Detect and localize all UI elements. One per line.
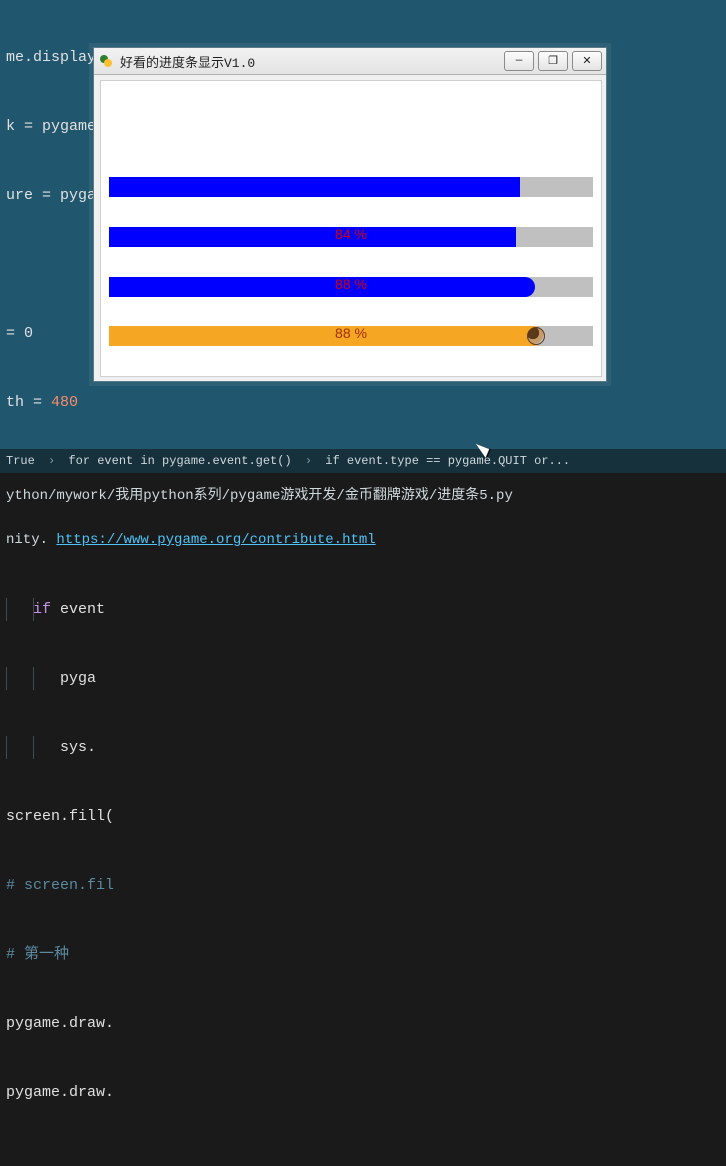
progress-bar-4: 88 %	[109, 326, 593, 346]
breadcrumb-seg[interactable]: for event in pygame.event.get()	[68, 454, 291, 468]
maximize-icon: ❐	[548, 54, 558, 68]
terminal-line: nity. https://www.pygame.org/contribute.…	[6, 529, 720, 551]
pygame-surface: 84 % 88 % 88 %	[100, 80, 602, 377]
app-icon	[98, 53, 114, 69]
progress-fill	[109, 177, 520, 197]
sprite-icon	[527, 327, 545, 345]
progress-bar-3: 88 %	[109, 277, 593, 297]
progress-bar-2: 84 %	[109, 227, 593, 247]
terminal-line: ython/mywork/我用python系列/pygame游戏开发/金币翻牌游…	[6, 485, 720, 507]
terminal-link[interactable]: https://www.pygame.org/contribute.html	[56, 532, 375, 548]
close-icon: ✕	[582, 54, 591, 68]
chevron-right-icon: ›	[48, 454, 55, 468]
breadcrumb[interactable]: True › for event in pygame.event.get() ›…	[0, 449, 726, 473]
progress-label: 88 %	[109, 325, 593, 341]
chevron-right-icon: ›	[305, 454, 312, 468]
progress-label: 88 %	[109, 276, 593, 292]
progress-bar-1	[109, 177, 593, 197]
terminal-panel[interactable]: ython/mywork/我用python系列/pygame游戏开发/金币翻牌游…	[0, 473, 726, 583]
close-button[interactable]: ✕	[572, 51, 602, 71]
minimize-button[interactable]: —	[504, 51, 534, 71]
window-title: 好看的进度条显示V1.0	[120, 52, 255, 71]
progress-label: 84 %	[109, 226, 593, 242]
breadcrumb-seg[interactable]: True	[6, 454, 35, 468]
breadcrumb-seg[interactable]: if event.type == pygame.QUIT or...	[325, 454, 570, 468]
minimize-icon: —	[516, 55, 523, 67]
titlebar[interactable]: 好看的进度条显示V1.0 — ❐ ✕	[94, 48, 606, 75]
maximize-button[interactable]: ❐	[538, 51, 568, 71]
pygame-window[interactable]: 好看的进度条显示V1.0 — ❐ ✕ 84 % 88 % 88 %	[93, 47, 607, 382]
